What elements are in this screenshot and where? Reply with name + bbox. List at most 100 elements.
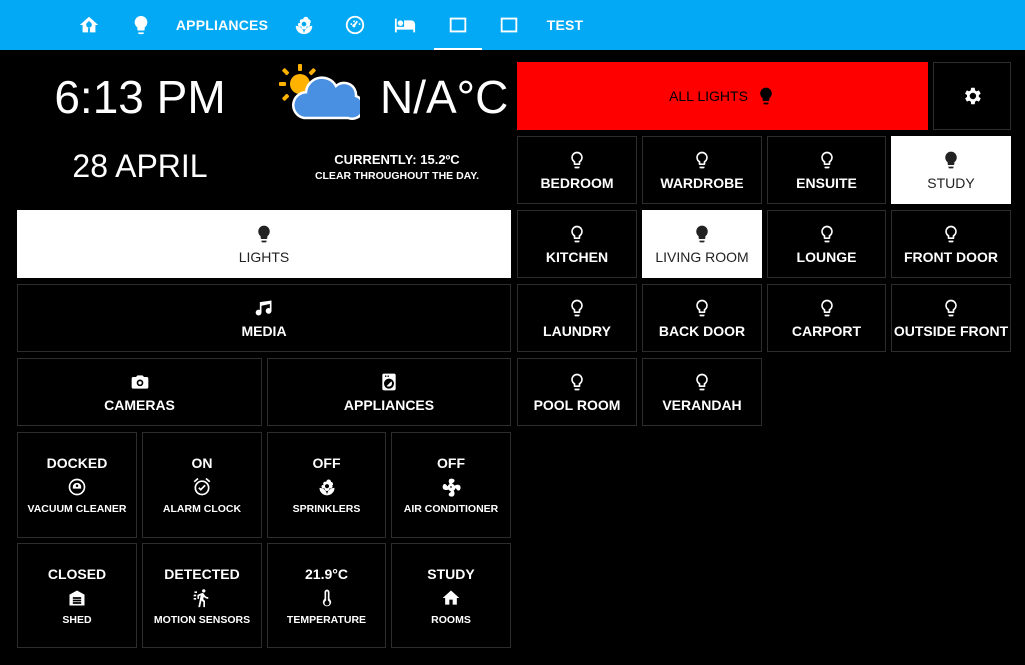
media-tile-label: MEDIA xyxy=(241,322,287,339)
motion-sensors-tile[interactable]: DETECTED MOTION SENSORS xyxy=(142,543,262,648)
room-light-label: CARPORT xyxy=(791,322,862,339)
sensor-name: TEMPERATURE xyxy=(286,613,367,626)
lightbulb-outline-icon xyxy=(692,150,712,170)
sensor-state: OFF xyxy=(312,455,341,471)
house-icon xyxy=(441,588,461,608)
room-light-tile[interactable]: ENSUITE xyxy=(767,136,886,204)
appliances-tile[interactable]: APPLIANCES xyxy=(267,358,511,426)
gauge-icon xyxy=(344,14,366,36)
room-light-tile[interactable]: KITCHEN xyxy=(517,210,637,278)
tab-appliances-label: APPLIANCES xyxy=(175,17,269,33)
lightbulb-outline-icon xyxy=(817,224,837,244)
cameras-tile-label: CAMERAS xyxy=(104,396,175,413)
air-conditioner-tile[interactable]: OFF AIR CONDITIONER xyxy=(391,432,511,538)
vacuum-cleaner-tile[interactable]: DOCKED VACUUM CLEANER xyxy=(17,432,137,538)
tab-panel-1[interactable] xyxy=(434,0,482,50)
bed-icon xyxy=(394,14,416,36)
square-icon xyxy=(498,14,520,36)
sensor-state: DOCKED xyxy=(46,455,108,471)
room-light-tile[interactable]: LIVING ROOM xyxy=(642,210,762,278)
room-light-label: KITCHEN xyxy=(545,248,609,265)
lightbulb-outline-icon xyxy=(941,224,961,244)
fan-icon xyxy=(441,477,461,497)
alarm-clock-tile[interactable]: ON ALARM CLOCK xyxy=(142,432,262,538)
tab-test[interactable]: TEST xyxy=(540,0,590,50)
gear-icon xyxy=(961,85,983,107)
room-light-label: VERANDAH xyxy=(662,396,742,413)
sensor-state: ON xyxy=(191,455,213,471)
sensor-state: OFF xyxy=(437,455,465,471)
sensor-name: SPRINKLERS xyxy=(292,503,361,515)
top-navigation-bar: APPLIANCES TEST xyxy=(0,0,1025,50)
home-icon xyxy=(78,14,100,36)
tab-lights[interactable] xyxy=(127,0,155,50)
motion-icon xyxy=(192,588,212,608)
tab-appliances[interactable]: APPLIANCES xyxy=(172,0,272,50)
room-light-tile[interactable]: STUDY xyxy=(891,136,1011,204)
room-light-tile[interactable]: OUTSIDE FRONT xyxy=(891,284,1011,352)
lightbulb-outline-icon xyxy=(567,298,587,318)
music-note-icon xyxy=(254,298,274,318)
lightbulb-icon xyxy=(130,14,152,36)
temperature-tile[interactable]: 21.9°C TEMPERATURE xyxy=(267,543,386,648)
sensor-name: ROOMS xyxy=(431,613,471,626)
tab-home[interactable] xyxy=(75,0,103,50)
sensor-state: 21.9°C xyxy=(305,565,348,582)
sensor-state: STUDY xyxy=(427,565,475,582)
camera-icon xyxy=(130,372,150,392)
weather-current: CURRENTLY: 15.2ºC xyxy=(334,152,460,167)
room-light-tile[interactable]: WARDROBE xyxy=(642,136,762,204)
flower-icon xyxy=(293,14,315,36)
tab-garden[interactable] xyxy=(290,0,318,50)
sensor-name: MOTION SENSORS xyxy=(153,613,251,626)
room-light-tile[interactable]: LOUNGE xyxy=(767,210,886,278)
rooms-tile[interactable]: STUDY ROOMS xyxy=(391,543,511,648)
garage-icon xyxy=(67,588,87,608)
thermometer-icon xyxy=(317,588,337,608)
tab-bedroom[interactable] xyxy=(391,0,419,50)
room-light-tile[interactable]: BEDROOM xyxy=(517,136,637,204)
all-lights-button[interactable]: ALL LIGHTS xyxy=(517,62,928,130)
all-lights-label: ALL LIGHTS xyxy=(669,88,748,104)
room-light-tile[interactable]: POOL ROOM xyxy=(517,358,637,426)
sensor-name: ALARM CLOCK xyxy=(162,503,242,515)
partly-cloudy-icon xyxy=(279,64,360,120)
room-light-tile[interactable]: VERANDAH xyxy=(642,358,762,426)
lightbulb-outline-icon xyxy=(567,372,587,392)
room-light-label: FRONT DOOR xyxy=(903,248,999,265)
lightbulb-icon xyxy=(692,224,712,244)
room-light-label: LIVING ROOM xyxy=(655,248,749,265)
lightbulb-icon xyxy=(254,224,274,244)
room-light-label: ENSUITE xyxy=(796,174,857,191)
lightbulb-outline-icon xyxy=(817,150,837,170)
lightbulb-outline-icon xyxy=(941,298,961,318)
room-light-label: WARDROBE xyxy=(660,174,744,191)
clock-time: 6:13 PM xyxy=(54,71,226,123)
tab-test-label: TEST xyxy=(546,17,584,33)
cameras-tile[interactable]: CAMERAS xyxy=(17,358,262,426)
room-light-label: BACK DOOR xyxy=(658,322,746,339)
lightbulb-outline-icon xyxy=(817,298,837,318)
shed-tile[interactable]: CLOSED SHED xyxy=(17,543,137,648)
room-light-tile[interactable]: BACK DOOR xyxy=(642,284,762,352)
room-light-label: LOUNGE xyxy=(796,248,857,265)
room-light-tile[interactable]: LAUNDRY xyxy=(517,284,637,352)
room-light-tile[interactable]: FRONT DOOR xyxy=(891,210,1011,278)
sensor-name: VACUUM CLEANER xyxy=(27,503,127,515)
room-light-label: POOL ROOM xyxy=(533,396,621,413)
media-tile[interactable]: MEDIA xyxy=(17,284,511,352)
lights-tile[interactable]: LIGHTS xyxy=(17,210,511,278)
robot-vacuum-icon xyxy=(67,477,87,497)
tab-dashboard[interactable] xyxy=(341,0,369,50)
lightbulb-outline-icon xyxy=(567,224,587,244)
square-icon xyxy=(447,14,469,36)
tab-panel-2[interactable] xyxy=(495,0,523,50)
room-light-label: BEDROOM xyxy=(540,174,614,191)
clock-date: 28 APRIL xyxy=(72,148,208,184)
settings-button[interactable] xyxy=(933,62,1011,130)
weather-temperature: N/A°C xyxy=(380,71,509,123)
lightbulb-outline-icon xyxy=(692,298,712,318)
room-light-tile[interactable]: CARPORT xyxy=(767,284,886,352)
sprinklers-tile[interactable]: OFF SPRINKLERS xyxy=(267,432,386,538)
sensor-state: CLOSED xyxy=(47,565,107,582)
